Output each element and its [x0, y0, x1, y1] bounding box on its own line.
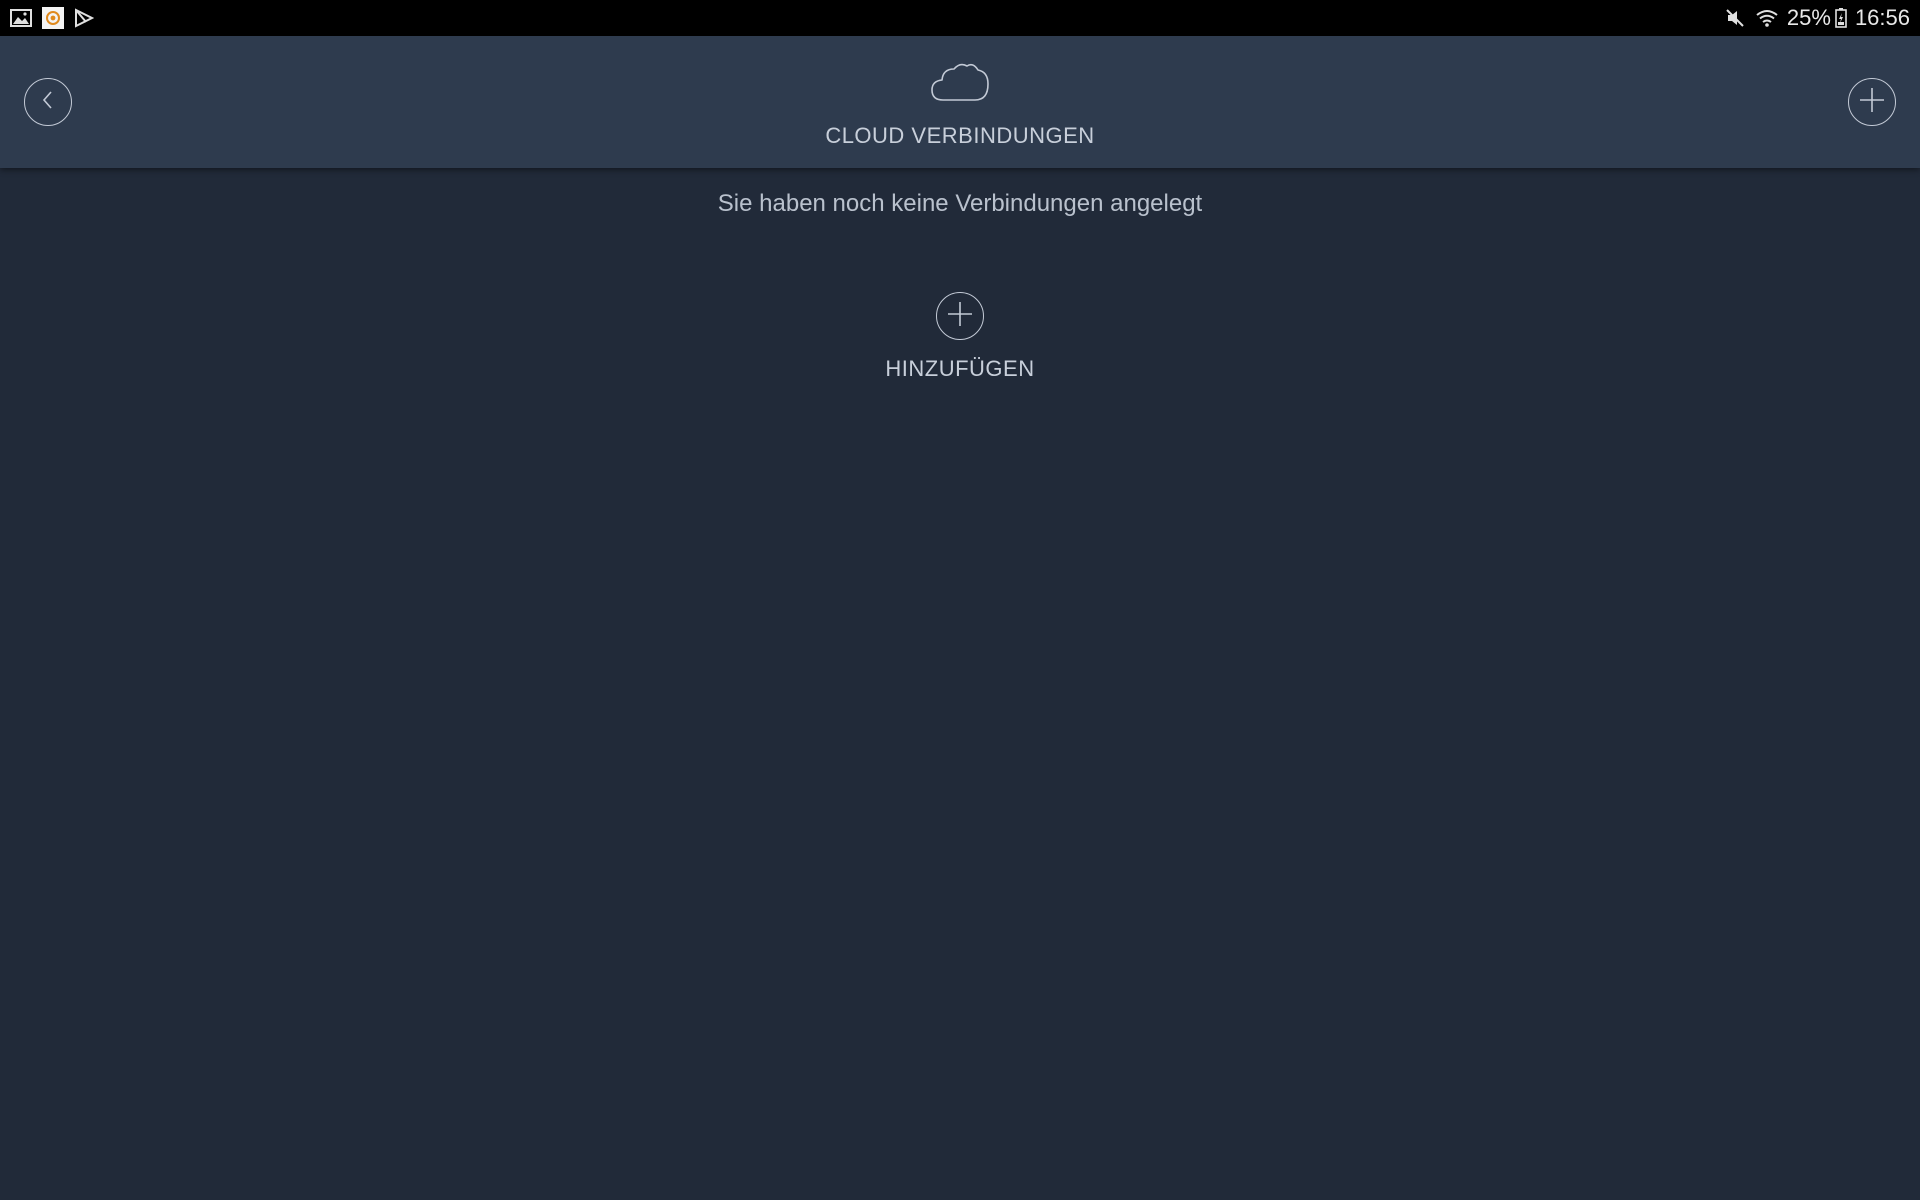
plus-icon	[1859, 87, 1885, 118]
app-header: CLOUD VERBINDUNGEN	[0, 36, 1920, 168]
wifi-icon	[1755, 8, 1779, 28]
plus-icon	[947, 301, 973, 332]
gallery-icon	[10, 9, 32, 27]
store-icon	[74, 8, 94, 28]
status-bar-right: 25% 16:56	[1715, 5, 1910, 31]
page-title: CLOUD VERBINDUNGEN	[825, 123, 1095, 148]
add-circle-button[interactable]	[936, 292, 984, 340]
add-connection-button[interactable]	[1848, 78, 1896, 126]
battery-icon	[1835, 8, 1847, 28]
status-bar: 25% 16:56	[0, 0, 1920, 36]
battery-percentage: 25%	[1786, 5, 1831, 30]
add-label[interactable]: HINZUFÜGEN	[885, 356, 1034, 382]
header-title-group: CLOUD VERBINDUNGEN	[0, 60, 1920, 149]
add-connection-action[interactable]: HINZUFÜGEN	[0, 292, 1920, 382]
clock: 16:56	[1854, 5, 1910, 30]
cloud-icon	[929, 60, 991, 109]
mute-icon	[1725, 8, 1745, 28]
empty-state-message: Sie haben noch keine Verbindungen angele…	[717, 190, 1203, 217]
status-bar-left	[10, 7, 104, 29]
app-notification-icon	[42, 7, 64, 29]
